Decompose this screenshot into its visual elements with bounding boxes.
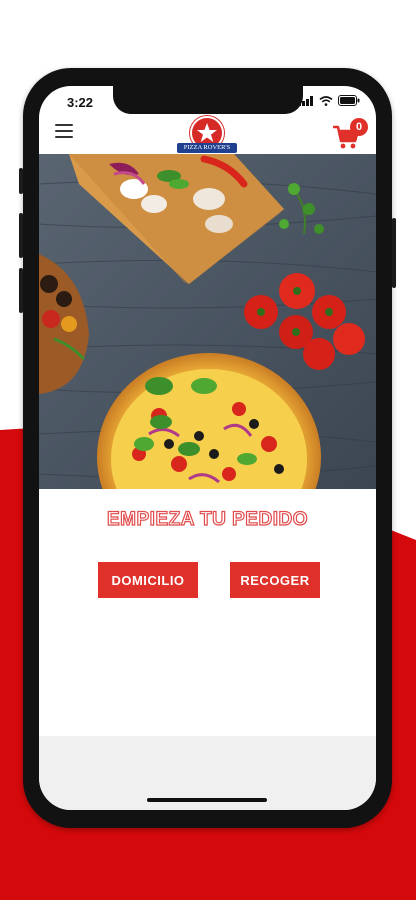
order-start-panel: EMPIEZA TU PEDIDO DOMICILIO RECOGER [39,489,376,736]
cart-count-badge: 0 [350,118,368,136]
home-indicator[interactable] [147,798,267,802]
phone-side-button [19,168,23,194]
phone-notch [113,86,303,114]
brand-logo: PIZZA ROVER'S [177,116,237,156]
start-order-title: EMPIEZA TU PEDIDO [106,508,308,530]
phone-power-button [392,218,396,288]
delivery-button[interactable]: DOMICILIO [98,562,198,598]
app-screen: 3:22 PIZZA ROVER'S 0 EMPIEZA TU PEDIDO D… [39,86,376,810]
cart-button[interactable]: 0 [332,118,368,152]
menu-icon[interactable] [55,124,73,138]
battery-icon [338,95,360,106]
status-icons [298,95,360,106]
pickup-button[interactable]: RECOGER [230,562,320,598]
status-time: 3:22 [67,95,94,110]
hero-image [39,154,376,489]
logo-banner: PIZZA ROVER'S [177,143,237,153]
phone-volume-up [19,213,23,258]
phone-volume-down [19,268,23,313]
wifi-icon [319,95,333,106]
phone-frame: 3:22 PIZZA ROVER'S 0 EMPIEZA TU PEDIDO D… [19,68,396,828]
app-header: PIZZA ROVER'S 0 [39,116,376,154]
